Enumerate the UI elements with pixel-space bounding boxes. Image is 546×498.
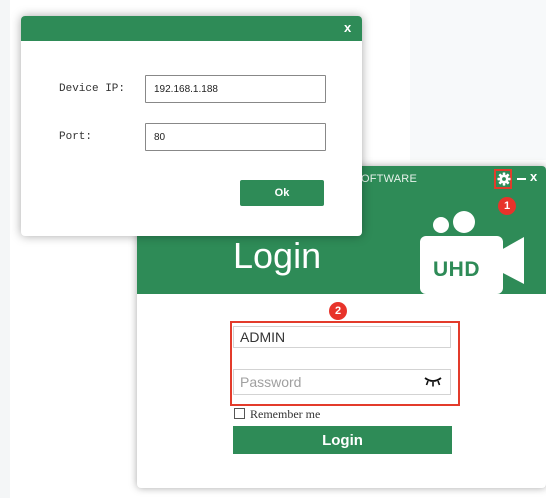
annotation-marker-2: 2 [329, 302, 347, 320]
login-title: Login [233, 235, 322, 276]
remember-me-checkbox[interactable] [234, 408, 245, 419]
login-button[interactable]: Login [233, 426, 452, 454]
minimize-icon[interactable] [517, 178, 526, 180]
dialog-header [21, 16, 362, 41]
eye-closed-icon[interactable] [424, 376, 442, 387]
close-icon[interactable]: x [344, 20, 351, 35]
gear-icon [497, 172, 511, 186]
device-ip-field[interactable] [145, 75, 326, 103]
username-field[interactable] [233, 326, 451, 348]
logo-text: UHD [433, 258, 480, 281]
remember-me-label[interactable]: Remember me [250, 407, 320, 422]
background-panel-left [0, 0, 10, 498]
window-title-fragment: OFTWARE [361, 173, 417, 185]
ok-button[interactable]: Ok [240, 180, 324, 206]
device-settings-dialog: x Device IP: Port: Ok [21, 16, 362, 236]
device-ip-label: Device IP: [59, 83, 126, 95]
background-panel-right [410, 0, 546, 160]
port-field[interactable] [145, 123, 326, 151]
settings-button[interactable] [494, 169, 512, 189]
password-field[interactable] [233, 369, 451, 395]
close-icon[interactable]: x [530, 169, 537, 184]
port-label: Port: [59, 131, 93, 143]
